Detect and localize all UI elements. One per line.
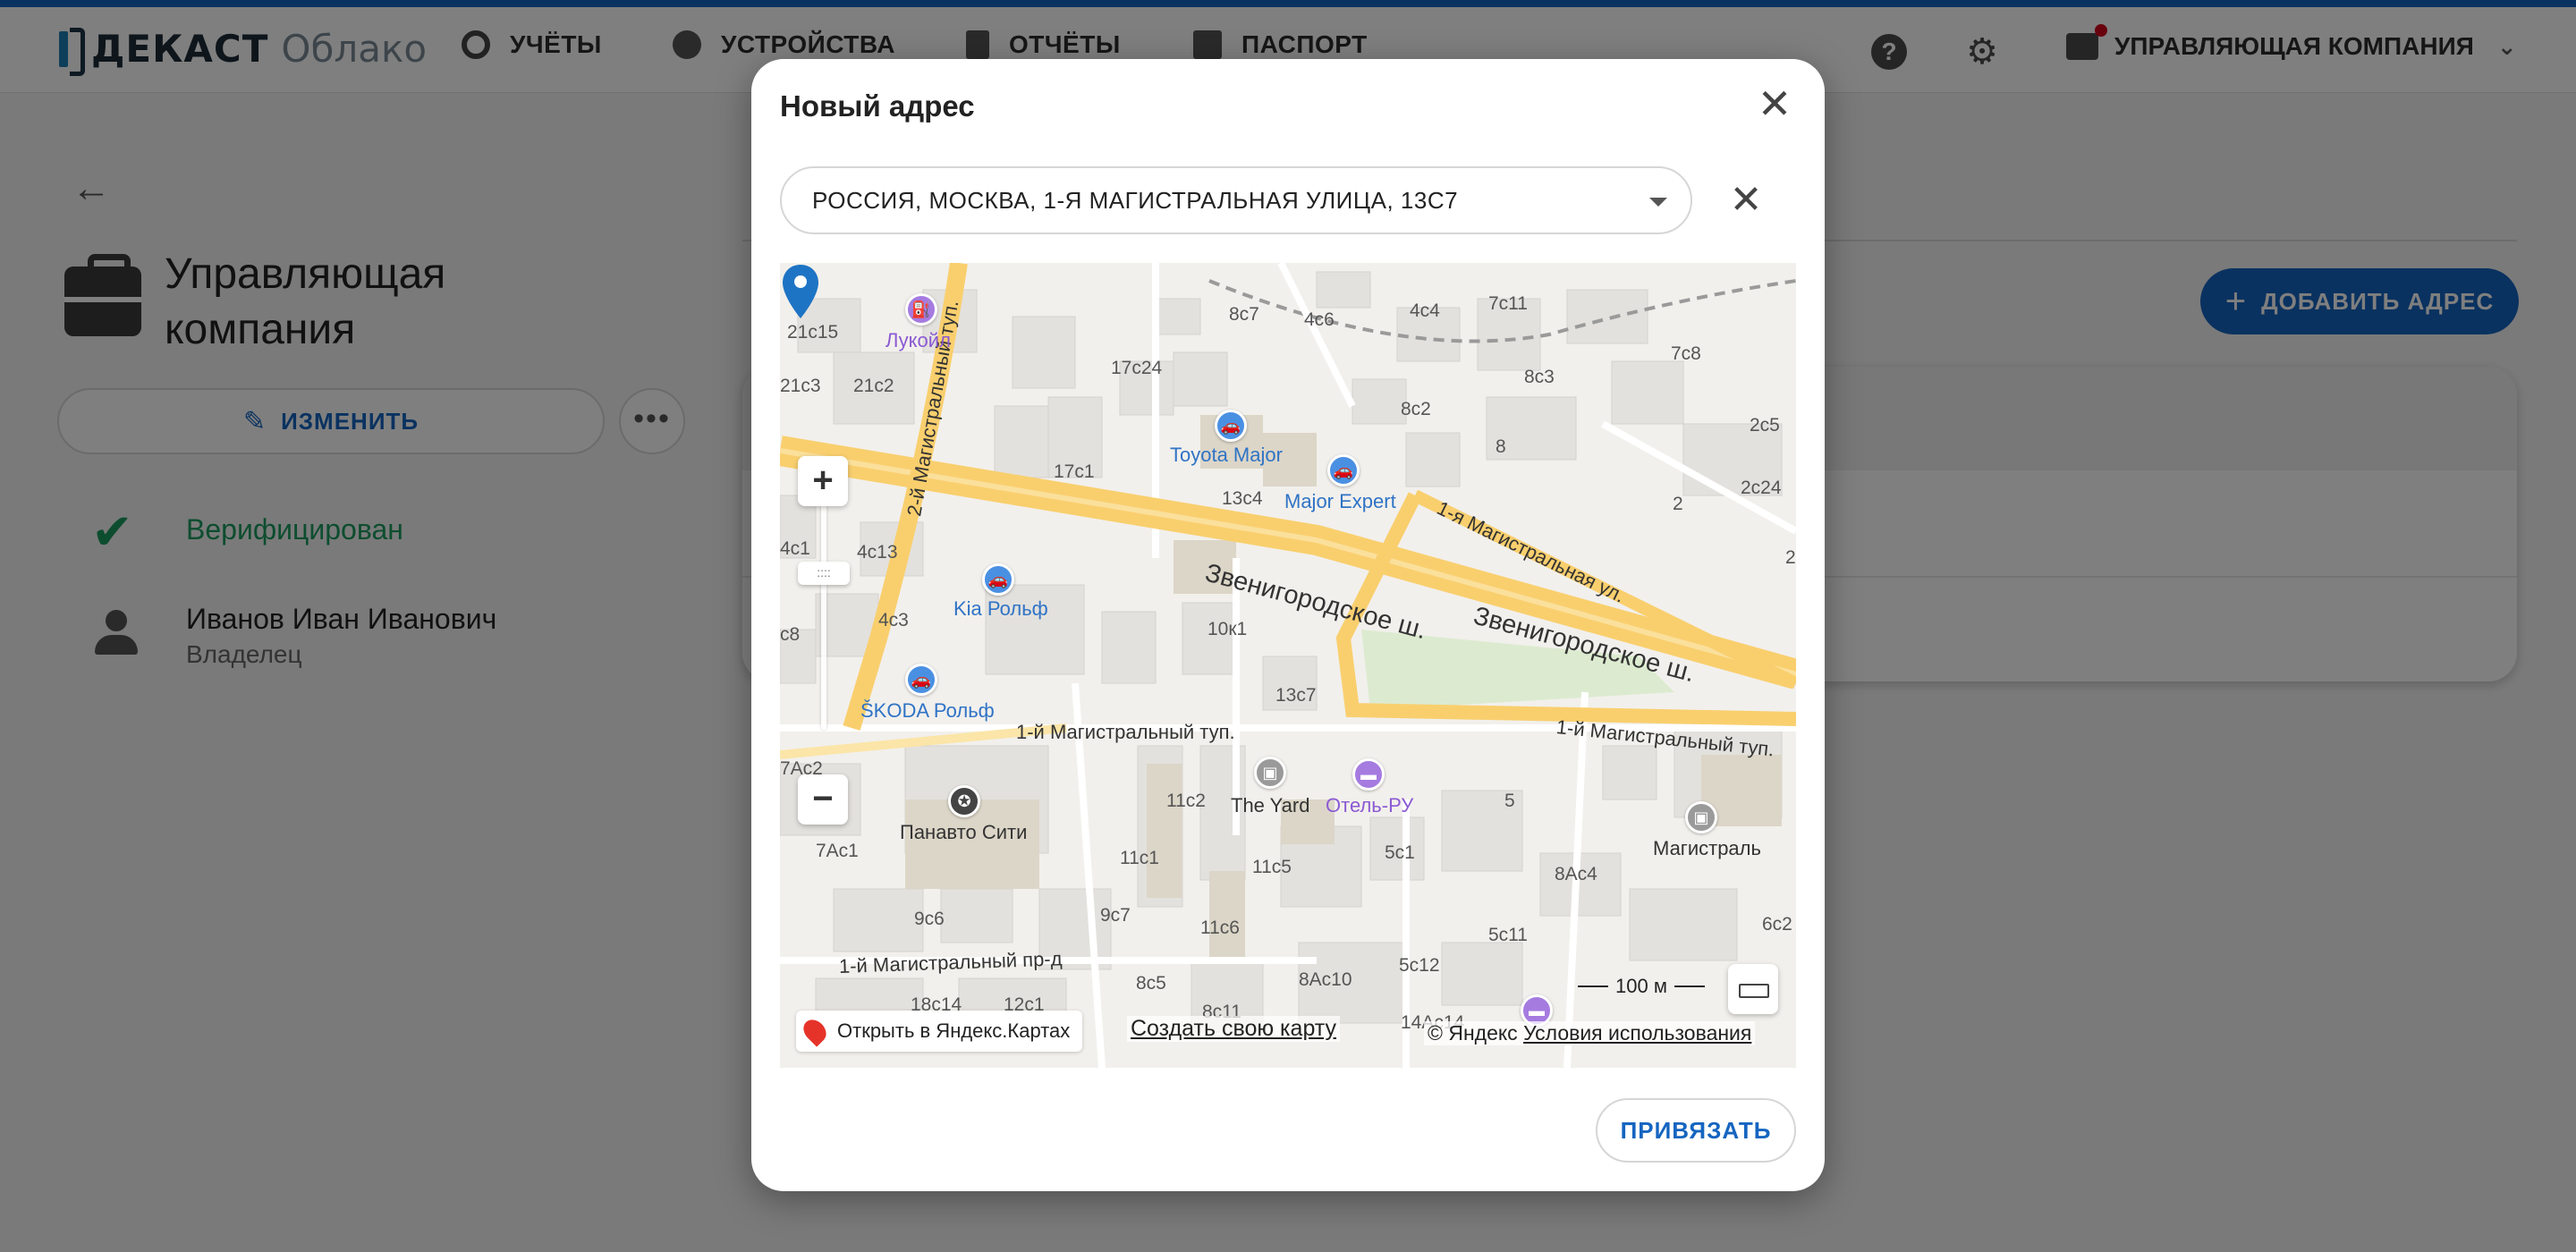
- zoom-slider-handle[interactable]: ::::: [798, 562, 850, 585]
- copyright-text: © Яндекс: [1428, 1021, 1518, 1045]
- terms-link[interactable]: Условия использования: [1523, 1021, 1751, 1045]
- building-number: 5: [1504, 791, 1515, 811]
- poi-label[interactable]: Major Expert: [1284, 490, 1396, 513]
- ruler-icon[interactable]: [1728, 964, 1778, 1014]
- building-number: 8Ас4: [1555, 864, 1597, 884]
- car-dealer-icon[interactable]: 🚗: [982, 563, 1014, 596]
- poi-label[interactable]: Toyota Major: [1170, 444, 1283, 467]
- poi-label[interactable]: ŠKODA Рольф: [860, 699, 995, 723]
- building-number: 4с4: [1410, 300, 1440, 321]
- open-in-yandex-button[interactable]: Открыть в Яндекс.Картах: [796, 1011, 1083, 1052]
- dropdown-caret-icon: [1649, 198, 1667, 207]
- building-number: 8с2: [1401, 399, 1431, 419]
- building-number: 21с15: [787, 322, 839, 343]
- building-number: с8: [780, 624, 801, 645]
- building-number: 13с4: [1222, 488, 1263, 509]
- car-dealer-icon[interactable]: 🚗: [905, 664, 937, 696]
- building-number: 8: [1496, 436, 1506, 457]
- building-number: 11с2: [1166, 791, 1206, 811]
- building-number: 21с2: [853, 376, 894, 396]
- building-number: 8с5: [1136, 973, 1166, 994]
- address-select[interactable]: РОССИЯ, МОСКВА, 1-Я МАГИСТРАЛЬНАЯ УЛИЦА,…: [780, 166, 1692, 234]
- building-number: 11с1: [1120, 848, 1159, 868]
- building-number: 21с3: [780, 376, 821, 396]
- building-number: 7с8: [1671, 343, 1701, 364]
- building-number: 4с6: [1304, 309, 1335, 330]
- building-number: 10к1: [1208, 619, 1248, 639]
- briefcase-poi-icon[interactable]: ▣: [1254, 757, 1286, 789]
- map-scale: 100 м: [1571, 975, 1712, 998]
- building-number: 5с12: [1399, 955, 1440, 976]
- poi-label[interactable]: Kia Рольф: [953, 597, 1048, 621]
- poi-label[interactable]: The Yard: [1231, 794, 1309, 817]
- building-number: 2с24: [1741, 478, 1782, 498]
- briefcase-poi-icon[interactable]: ▣: [1685, 801, 1717, 833]
- building-number: 2: [1673, 494, 1683, 514]
- building-number: 9с6: [914, 909, 945, 929]
- building-number: 2: [1785, 547, 1796, 568]
- yandex-map[interactable]: 2-й Магистральный туп. Звенигородское ш.…: [780, 263, 1796, 1068]
- building-number: 11с5: [1252, 857, 1292, 877]
- create-map-link[interactable]: Создать свою карту: [1127, 1016, 1341, 1042]
- scale-bar-left: [1578, 986, 1608, 987]
- building-number: 2с5: [1750, 415, 1780, 436]
- zoom-out-button[interactable]: −: [798, 774, 848, 825]
- bind-button[interactable]: ПРИВЯЗАТЬ: [1596, 1098, 1796, 1163]
- poi-label[interactable]: Отель-РУ: [1326, 794, 1413, 817]
- building-number: 8с3: [1524, 367, 1555, 387]
- yandex-pin-icon: [799, 1015, 831, 1047]
- poi-label[interactable]: Магистраль: [1653, 837, 1761, 860]
- new-address-dialog: Новый адрес ✕ РОССИЯ, МОСКВА, 1-Я МАГИСТ…: [751, 59, 1825, 1191]
- building-number: 7с11: [1488, 293, 1528, 314]
- mercedes-logo-icon[interactable]: ✪: [948, 785, 980, 817]
- building-number: 9с7: [1100, 905, 1131, 926]
- close-icon[interactable]: ✕: [1753, 82, 1796, 125]
- car-dealer-icon[interactable]: 🚗: [1215, 410, 1247, 442]
- car-service-icon[interactable]: 🚗: [1327, 454, 1360, 486]
- building-number: 8с7: [1229, 304, 1259, 325]
- open-in-yandex-label: Открыть в Яндекс.Картах: [837, 1019, 1071, 1042]
- dialog-title: Новый адрес: [780, 89, 975, 123]
- address-select-value: РОССИЯ, МОСКВА, 1-Я МАГИСТРАЛЬНАЯ УЛИЦА,…: [812, 186, 1459, 214]
- building-number: 17с1: [1054, 461, 1095, 482]
- clear-address-icon[interactable]: ✕: [1724, 179, 1767, 222]
- building-number: 5с1: [1385, 842, 1415, 863]
- building-number: 8Ас10: [1299, 969, 1352, 990]
- building-number: 11с6: [1200, 918, 1240, 938]
- gas-station-icon[interactable]: ⛽: [905, 293, 937, 326]
- building-number: 17с24: [1111, 358, 1163, 378]
- map-copyright: © Яндекс Условия использования: [1424, 1021, 1756, 1045]
- zoom-in-button[interactable]: +: [798, 456, 848, 506]
- scale-bar-right: [1674, 986, 1705, 987]
- building-number: 5с11: [1488, 925, 1528, 945]
- poi-label[interactable]: Панавто Сити: [900, 821, 1027, 844]
- building-number: 4с1: [780, 538, 810, 559]
- hotel-icon[interactable]: ▬: [1352, 758, 1385, 791]
- location-pin-icon[interactable]: [780, 263, 821, 320]
- building-number: 4с13: [857, 542, 898, 563]
- street-label: 1-й Магистральный туп.: [1016, 721, 1235, 743]
- building-number: 7Ас1: [816, 841, 859, 861]
- building-number: 4с3: [878, 610, 909, 630]
- zoom-slider-track[interactable]: [821, 469, 826, 730]
- building-number: 13с7: [1275, 685, 1317, 706]
- building-number: 6с2: [1762, 914, 1792, 935]
- scale-label: 100 м: [1615, 975, 1667, 997]
- poi-label[interactable]: Лукойл: [886, 329, 951, 352]
